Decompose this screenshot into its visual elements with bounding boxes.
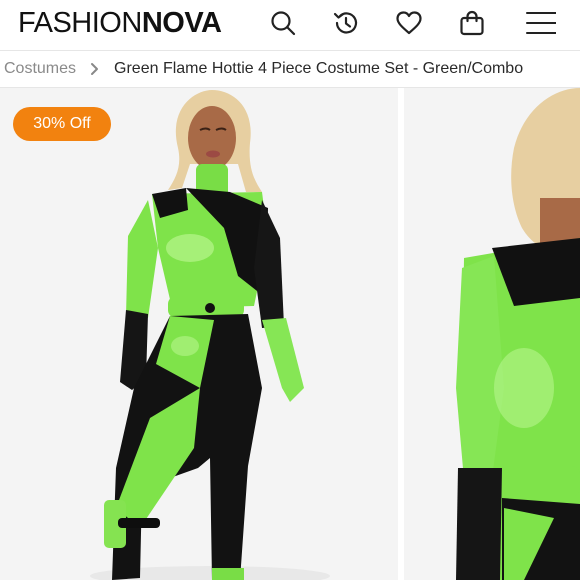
breadcrumb-current: Green Flame Hottie 4 Piece Costume Set -… [114,60,524,77]
logo-text-bold: NOVA [141,6,222,39]
site-header: FASHION NOVA [0,0,580,48]
logo-text-light: FASHION [18,6,142,39]
product-page: FASHION NOVA Costumes Green Flame Hottie… [0,0,580,580]
discount-badge: 30% Off [13,107,111,141]
search-icon [271,11,296,36]
history-icon [333,12,358,34]
brand-logo[interactable]: FASHION NOVA [18,6,222,40]
product-image-1[interactable]: 30% Off [0,88,398,580]
history-button[interactable] [328,5,364,41]
cart-button[interactable] [454,5,490,41]
product-image-2[interactable] [404,88,580,580]
menu-icon [526,12,556,34]
wishlist-button[interactable] [391,5,427,41]
breadcrumb: Costumes Green Flame Hottie 4 Piece Cost… [0,50,580,88]
bag-icon [460,10,484,36]
search-button[interactable] [265,5,301,41]
costume-front-illustration [0,88,398,580]
heart-icon [396,11,422,35]
menu-button[interactable] [523,5,559,41]
chevron-right-icon [90,62,100,76]
breadcrumb-link-costumes[interactable]: Costumes [4,60,76,78]
costume-closeup-illustration [404,88,580,580]
product-image-gallery[interactable]: 30% Off [0,88,580,580]
